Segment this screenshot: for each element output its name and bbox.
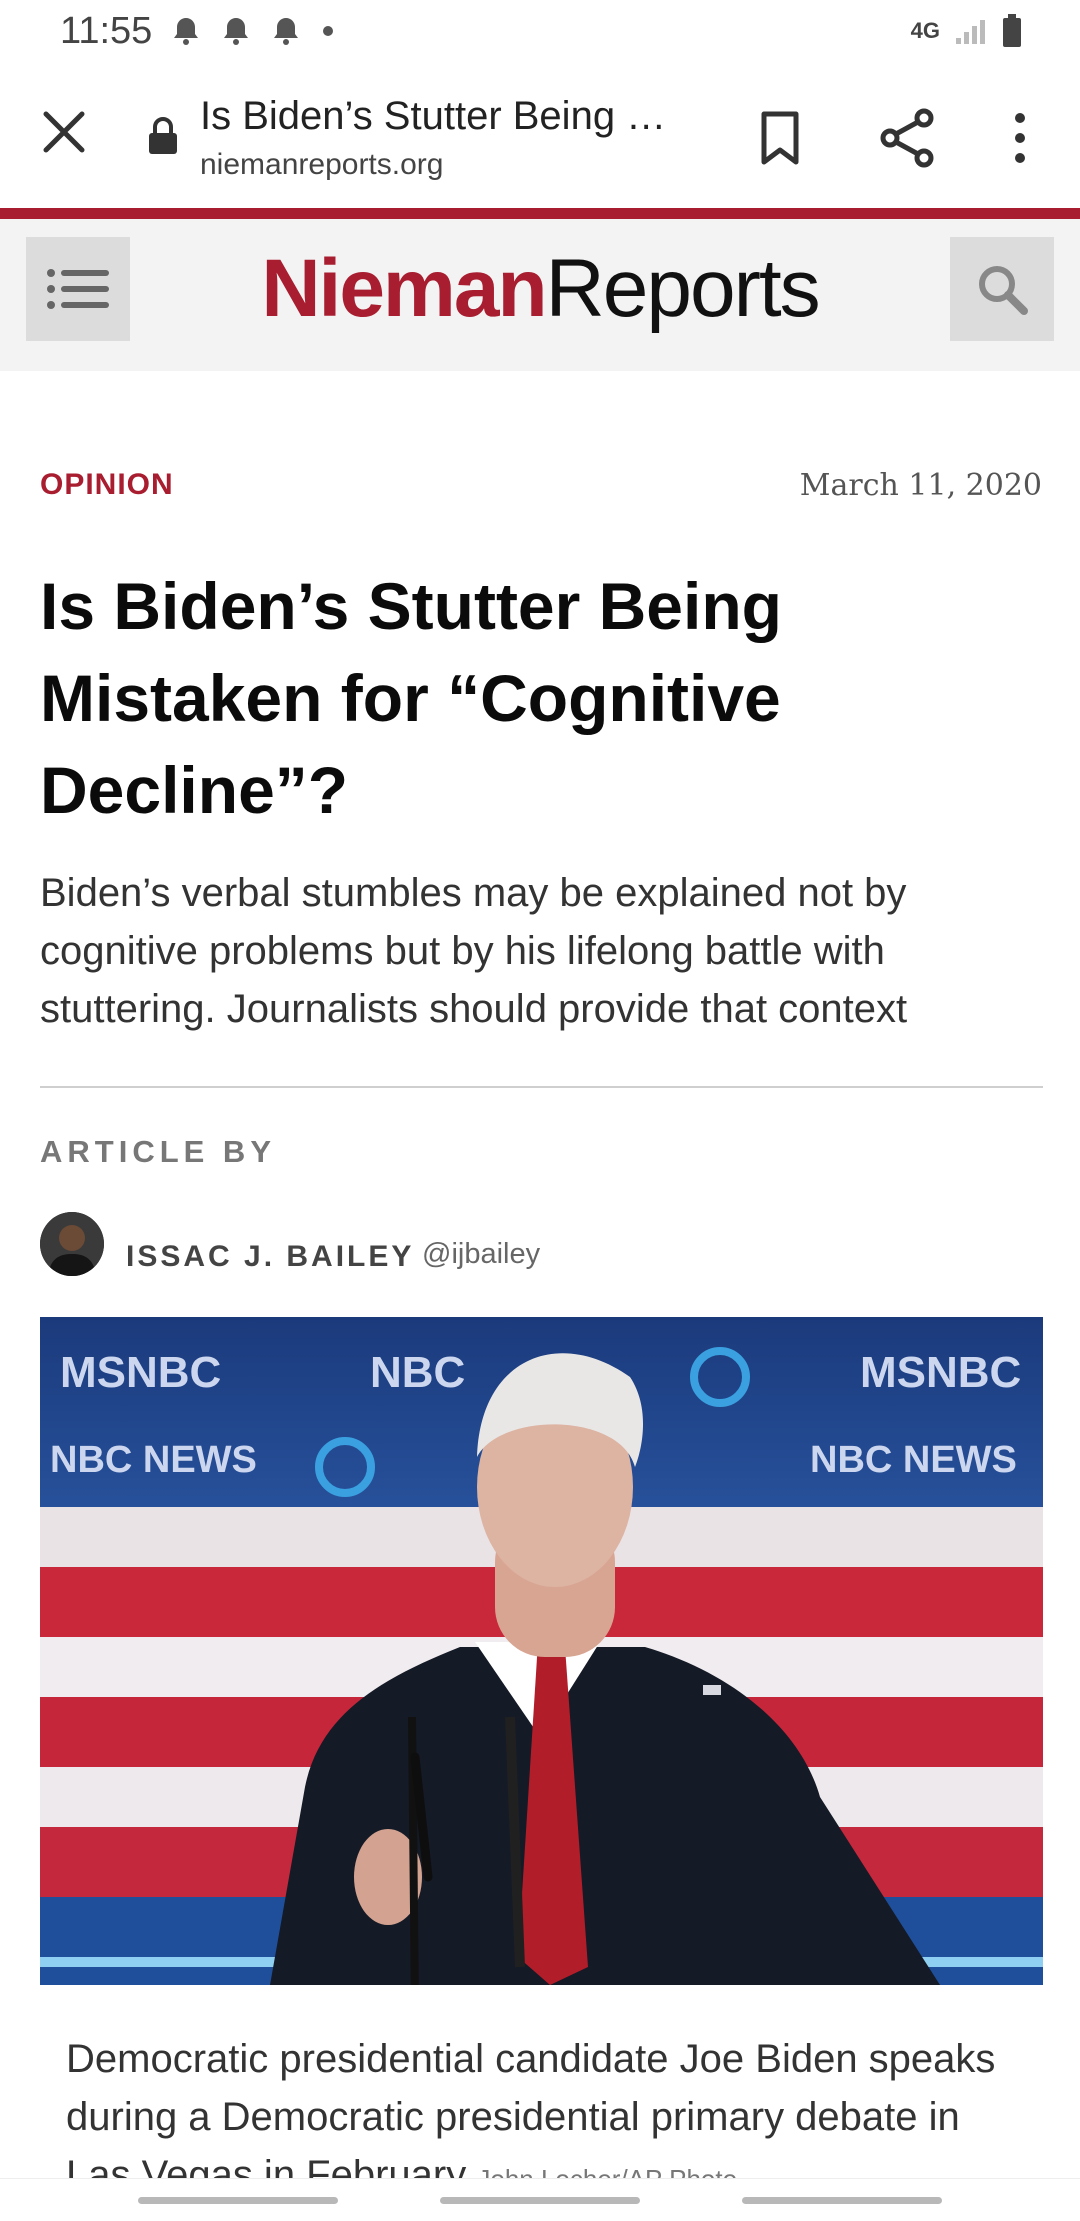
site-logo[interactable]: NiemanReports xyxy=(0,239,1080,339)
status-bar: 11:55 4G xyxy=(0,0,1080,64)
brand-divider xyxy=(0,208,1080,219)
status-right: 4G xyxy=(911,14,1022,48)
more-icon[interactable] xyxy=(1000,108,1040,168)
logo-part-nieman: Nieman xyxy=(261,243,547,334)
article-dek: Biden’s verbal stumbles may be explained… xyxy=(40,871,908,1031)
network-type: 4G xyxy=(910,18,940,43)
section-divider xyxy=(40,1086,1043,1088)
close-icon[interactable] xyxy=(36,104,92,160)
nav-home-pill[interactable] xyxy=(440,2197,640,2204)
search-icon xyxy=(979,266,1028,315)
status-time: 11:55 xyxy=(60,10,153,52)
notification-icons xyxy=(172,16,334,46)
url-domain[interactable]: niemanreports.org xyxy=(200,148,443,182)
bell-icon xyxy=(274,18,298,45)
article-date: March 11, 2020 xyxy=(799,468,1042,503)
bookmark-icon[interactable] xyxy=(752,108,808,168)
gesture-nav-bar xyxy=(0,2178,1080,2221)
lock-icon xyxy=(149,117,177,154)
photo-illustration: MSNBC NBC MSNBC NBC NEWS NBC NEWS xyxy=(40,1317,1043,1985)
bg-text-msnbc-2: MSNBC xyxy=(860,1348,1021,1397)
bg-text-msnbc-1: MSNBC xyxy=(60,1348,221,1397)
article-headline: Is Biden’s Stutter Being Mistaken for “C… xyxy=(40,569,782,827)
browser-toolbar: Is Biden’s Stutter Being … niemanreports… xyxy=(0,64,1080,208)
article-photo: MSNBC NBC MSNBC NBC NEWS NBC NEWS xyxy=(40,1317,1043,1985)
author-avatar[interactable] xyxy=(40,1212,104,1276)
bg-text-nbcnews-2: NBC NEWS xyxy=(810,1439,1017,1481)
author-name[interactable]: ISSAC J. BAILEY xyxy=(126,1240,414,1274)
signal-icon xyxy=(956,20,985,44)
site-header: NiemanReports xyxy=(0,219,1080,371)
author-handle[interactable]: @ijbailey xyxy=(422,1238,540,1271)
share-icon[interactable] xyxy=(876,106,940,170)
page-title[interactable]: Is Biden’s Stutter Being … xyxy=(200,94,666,139)
bg-text-nbcnews-1: NBC NEWS xyxy=(50,1439,257,1481)
logo-part-reports: Reports xyxy=(545,243,821,334)
bell-icon xyxy=(224,18,248,45)
dot-icon xyxy=(323,26,333,36)
nav-back-pill[interactable] xyxy=(138,2197,338,2204)
battery-icon xyxy=(1003,14,1021,47)
avatar-image xyxy=(40,1212,104,1276)
byline-label: ARTICLE BY xyxy=(40,1134,276,1169)
bell-icon xyxy=(174,18,198,45)
search-button[interactable] xyxy=(950,237,1054,341)
article-kicker[interactable]: OPINION xyxy=(40,468,174,502)
bg-text-nbc: NBC xyxy=(370,1348,465,1397)
nav-recents-pill[interactable] xyxy=(742,2197,942,2204)
